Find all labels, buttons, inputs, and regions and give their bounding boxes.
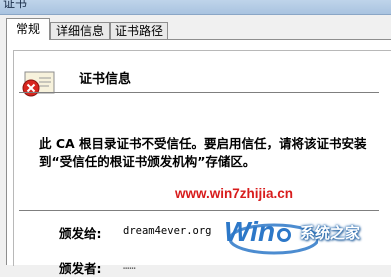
- cert-info-heading: 证书信息: [79, 72, 132, 87]
- watermark-url: www.win7zhijia.cn: [175, 186, 294, 201]
- issued-to-label: 颁发给:: [59, 226, 102, 241]
- fields-divider: [19, 210, 379, 211]
- tab-strip: 常规 详细信息 证书路径: [0, 14, 391, 40]
- untrusted-warning-text: 此 CA 根目录证书不受信任。要启用信任，请将该证书安装到“受信任的根证书颁发机…: [39, 136, 367, 169]
- watermark-brand: 系统之家: [300, 224, 361, 242]
- watermark-logo-text: Win: [224, 216, 275, 247]
- issued-by-label: 颁发者:: [59, 261, 102, 276]
- window-title: 证书: [3, 0, 28, 10]
- tab-general[interactable]: 常规: [6, 18, 50, 40]
- tab-cert-path[interactable]: 证书路径: [110, 22, 168, 39]
- certificate-error-icon: [22, 71, 55, 97]
- window-titlebar: 证书: [0, 0, 391, 15]
- issued-to-value: dream4ever.org: [123, 225, 212, 237]
- issued-by-value: ……: [123, 260, 136, 272]
- tab-details[interactable]: 详细信息: [50, 22, 110, 39]
- heading-divider: [19, 92, 379, 93]
